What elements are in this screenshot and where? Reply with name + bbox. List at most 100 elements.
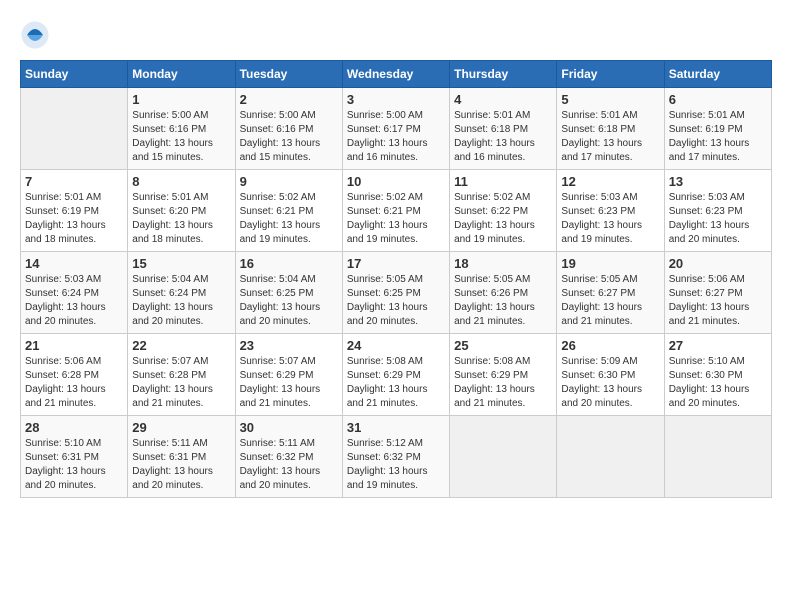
calendar-cell: 1 Sunrise: 5:00 AMSunset: 6:16 PMDaylight…	[128, 88, 235, 170]
day-info: Sunrise: 5:01 AMSunset: 6:19 PMDaylight:…	[669, 109, 767, 165]
day-info: Sunrise: 5:03 AMSunset: 6:23 PMDaylight:…	[669, 191, 767, 247]
day-info: Sunrise: 5:05 AMSunset: 6:25 PMDaylight:…	[347, 273, 445, 329]
calendar-cell: 8 Sunrise: 5:01 AMSunset: 6:20 PMDaylight…	[128, 170, 235, 252]
calendar-cell: 12Sunrise: 5:03 AMSunset: 6:23 PMDayligh…	[557, 170, 664, 252]
calendar-cell	[21, 88, 128, 170]
day-info: Sunrise: 5:00 AMSunset: 6:17 PMDaylight:…	[347, 109, 445, 165]
day-number: 21	[25, 338, 123, 353]
day-info: Sunrise: 5:12 AMSunset: 6:32 PMDaylight:…	[347, 437, 445, 493]
calendar-cell: 7 Sunrise: 5:01 AMSunset: 6:19 PMDaylight…	[21, 170, 128, 252]
day-info: Sunrise: 5:01 AMSunset: 6:19 PMDaylight:…	[25, 191, 123, 247]
day-info: Sunrise: 5:08 AMSunset: 6:29 PMDaylight:…	[347, 355, 445, 411]
day-of-week-header: Thursday	[450, 61, 557, 88]
day-number: 19	[561, 256, 659, 271]
day-number: 3	[347, 92, 445, 107]
day-of-week-header: Tuesday	[235, 61, 342, 88]
day-info: Sunrise: 5:11 AMSunset: 6:32 PMDaylight:…	[240, 437, 338, 493]
day-number: 14	[25, 256, 123, 271]
day-info: Sunrise: 5:10 AMSunset: 6:31 PMDaylight:…	[25, 437, 123, 493]
day-info: Sunrise: 5:02 AMSunset: 6:21 PMDaylight:…	[347, 191, 445, 247]
day-of-week-header: Saturday	[664, 61, 771, 88]
calendar-cell: 25 Sunrise: 5:08 AMSunset: 6:29 PMDayligh…	[450, 334, 557, 416]
day-info: Sunrise: 5:07 AMSunset: 6:29 PMDaylight:…	[240, 355, 338, 411]
calendar-cell: 19 Sunrise: 5:05 AMSunset: 6:27 PMDayligh…	[557, 252, 664, 334]
calendar-cell: 31 Sunrise: 5:12 AMSunset: 6:32 PMDayligh…	[342, 416, 449, 498]
day-number: 30	[240, 420, 338, 435]
day-info: Sunrise: 5:08 AMSunset: 6:29 PMDaylight:…	[454, 355, 552, 411]
page-header	[20, 20, 772, 50]
calendar-cell: 6 Sunrise: 5:01 AMSunset: 6:19 PMDaylight…	[664, 88, 771, 170]
calendar-week-row: 21 Sunrise: 5:06 AMSunset: 6:28 PMDayligh…	[21, 334, 772, 416]
calendar-cell: 3 Sunrise: 5:00 AMSunset: 6:17 PMDaylight…	[342, 88, 449, 170]
day-number: 24	[347, 338, 445, 353]
logo	[20, 20, 52, 50]
day-number: 17	[347, 256, 445, 271]
day-number: 22	[132, 338, 230, 353]
calendar-cell	[664, 416, 771, 498]
calendar-cell: 9Sunrise: 5:02 AMSunset: 6:21 PMDaylight…	[235, 170, 342, 252]
calendar-cell: 28 Sunrise: 5:10 AMSunset: 6:31 PMDayligh…	[21, 416, 128, 498]
day-info: Sunrise: 5:00 AMSunset: 6:16 PMDaylight:…	[132, 109, 230, 165]
day-info: Sunrise: 5:11 AMSunset: 6:31 PMDaylight:…	[132, 437, 230, 493]
day-number: 27	[669, 338, 767, 353]
calendar-cell: 20 Sunrise: 5:06 AMSunset: 6:27 PMDayligh…	[664, 252, 771, 334]
day-info: Sunrise: 5:05 AMSunset: 6:27 PMDaylight:…	[561, 273, 659, 329]
calendar-cell: 13 Sunrise: 5:03 AMSunset: 6:23 PMDayligh…	[664, 170, 771, 252]
calendar-cell: 23 Sunrise: 5:07 AMSunset: 6:29 PMDayligh…	[235, 334, 342, 416]
calendar-cell: 17 Sunrise: 5:05 AMSunset: 6:25 PMDayligh…	[342, 252, 449, 334]
day-number: 15	[132, 256, 230, 271]
day-number: 8	[132, 174, 230, 189]
day-number: 9	[240, 174, 338, 189]
logo-icon	[20, 20, 50, 50]
day-info: Sunrise: 5:06 AMSunset: 6:28 PMDaylight:…	[25, 355, 123, 411]
day-of-week-header: Friday	[557, 61, 664, 88]
calendar-cell: 26Sunrise: 5:09 AMSunset: 6:30 PMDayligh…	[557, 334, 664, 416]
calendar-cell: 5 Sunrise: 5:01 AMSunset: 6:18 PMDaylight…	[557, 88, 664, 170]
calendar-cell: 10 Sunrise: 5:02 AMSunset: 6:21 PMDayligh…	[342, 170, 449, 252]
day-number: 1	[132, 92, 230, 107]
day-number: 23	[240, 338, 338, 353]
day-number: 28	[25, 420, 123, 435]
day-number: 12	[561, 174, 659, 189]
day-number: 2	[240, 92, 338, 107]
day-number: 4	[454, 92, 552, 107]
calendar-cell: 29Sunrise: 5:11 AMSunset: 6:31 PMDayligh…	[128, 416, 235, 498]
day-number: 26	[561, 338, 659, 353]
day-info: Sunrise: 5:06 AMSunset: 6:27 PMDaylight:…	[669, 273, 767, 329]
calendar-cell: 11Sunrise: 5:02 AMSunset: 6:22 PMDayligh…	[450, 170, 557, 252]
calendar-cell: 21 Sunrise: 5:06 AMSunset: 6:28 PMDayligh…	[21, 334, 128, 416]
calendar-header-row: SundayMondayTuesdayWednesdayThursdayFrid…	[21, 61, 772, 88]
day-info: Sunrise: 5:07 AMSunset: 6:28 PMDaylight:…	[132, 355, 230, 411]
calendar-week-row: 1 Sunrise: 5:00 AMSunset: 6:16 PMDaylight…	[21, 88, 772, 170]
day-info: Sunrise: 5:03 AMSunset: 6:24 PMDaylight:…	[25, 273, 123, 329]
calendar-cell: 22 Sunrise: 5:07 AMSunset: 6:28 PMDayligh…	[128, 334, 235, 416]
day-number: 5	[561, 92, 659, 107]
day-info: Sunrise: 5:10 AMSunset: 6:30 PMDaylight:…	[669, 355, 767, 411]
day-info: Sunrise: 5:01 AMSunset: 6:20 PMDaylight:…	[132, 191, 230, 247]
day-number: 13	[669, 174, 767, 189]
day-number: 11	[454, 174, 552, 189]
day-number: 6	[669, 92, 767, 107]
calendar-cell: 27 Sunrise: 5:10 AMSunset: 6:30 PMDayligh…	[664, 334, 771, 416]
day-number: 10	[347, 174, 445, 189]
calendar-cell: 4Sunrise: 5:01 AMSunset: 6:18 PMDaylight…	[450, 88, 557, 170]
calendar-week-row: 14 Sunrise: 5:03 AMSunset: 6:24 PMDayligh…	[21, 252, 772, 334]
day-info: Sunrise: 5:01 AMSunset: 6:18 PMDaylight:…	[561, 109, 659, 165]
day-of-week-header: Wednesday	[342, 61, 449, 88]
day-number: 31	[347, 420, 445, 435]
day-number: 18	[454, 256, 552, 271]
calendar-table: SundayMondayTuesdayWednesdayThursdayFrid…	[20, 60, 772, 498]
calendar-cell: 15Sunrise: 5:04 AMSunset: 6:24 PMDayligh…	[128, 252, 235, 334]
day-of-week-header: Monday	[128, 61, 235, 88]
calendar-cell	[557, 416, 664, 498]
day-info: Sunrise: 5:04 AMSunset: 6:25 PMDaylight:…	[240, 273, 338, 329]
calendar-cell: 16Sunrise: 5:04 AMSunset: 6:25 PMDayligh…	[235, 252, 342, 334]
day-number: 25	[454, 338, 552, 353]
day-number: 7	[25, 174, 123, 189]
calendar-week-row: 28 Sunrise: 5:10 AMSunset: 6:31 PMDayligh…	[21, 416, 772, 498]
day-of-week-header: Sunday	[21, 61, 128, 88]
calendar-cell: 2 Sunrise: 5:00 AMSunset: 6:16 PMDaylight…	[235, 88, 342, 170]
day-info: Sunrise: 5:00 AMSunset: 6:16 PMDaylight:…	[240, 109, 338, 165]
day-number: 20	[669, 256, 767, 271]
day-info: Sunrise: 5:05 AMSunset: 6:26 PMDaylight:…	[454, 273, 552, 329]
